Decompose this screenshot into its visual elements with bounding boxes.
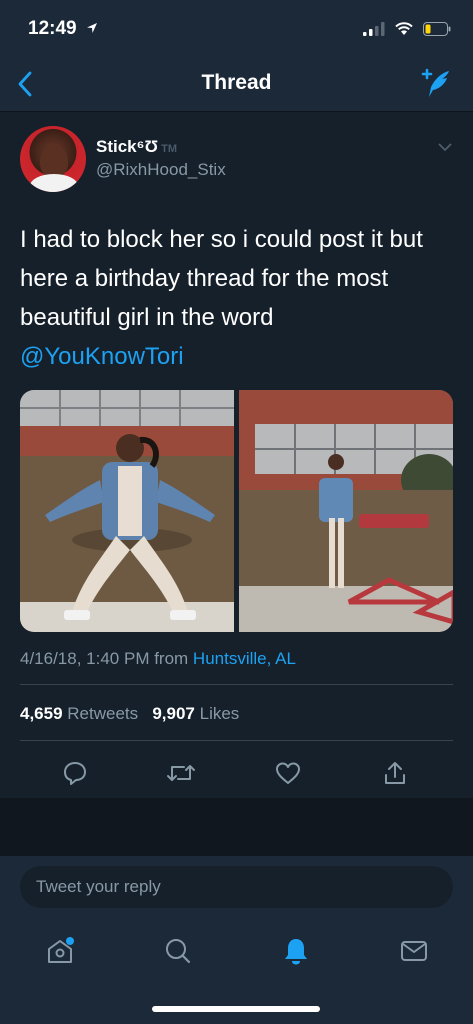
reply-icon <box>64 762 86 785</box>
reply-input[interactable] <box>20 866 453 908</box>
retweet-button[interactable] <box>164 756 198 790</box>
like-button[interactable] <box>271 756 305 790</box>
mention-link[interactable]: @YouKnowTori <box>20 337 460 376</box>
share-button[interactable] <box>378 756 412 790</box>
photo-1-image <box>20 390 234 632</box>
tweet-text-line: I had to block her so i could post it bu… <box>20 226 423 253</box>
tweet-text: I had to block her so i could post it bu… <box>20 220 460 376</box>
photo-2-image <box>238 390 453 632</box>
bottom-bar <box>0 856 473 1024</box>
avatar-shirt <box>30 174 78 192</box>
notifications-icon <box>285 939 307 965</box>
search-icon <box>166 939 191 964</box>
reply-button[interactable] <box>58 756 92 790</box>
tweet-timestamp: 4/16/18, 1:40 PM from Huntsville, AL <box>20 649 296 669</box>
user-handle[interactable]: @RixhHood_Stix <box>96 160 226 180</box>
likes-label[interactable]: Likes <box>200 704 240 723</box>
likes-count[interactable]: 9,907 <box>152 704 195 723</box>
location-arrow-icon <box>86 23 97 33</box>
tweet-stats: 4,659 Retweets 9,907 Likes <box>20 704 239 724</box>
tab-search[interactable] <box>161 934 195 968</box>
thread-spacer <box>0 798 473 856</box>
tab-messages[interactable] <box>397 934 431 968</box>
tweet-options-button[interactable] <box>437 140 453 152</box>
battery-icon <box>423 22 451 36</box>
tweet-photo-1[interactable] <box>20 390 235 632</box>
display-name[interactable]: Stick⁶Ʊ TM <box>96 137 177 157</box>
tab-notifications[interactable] <box>279 934 313 968</box>
tweet-media <box>20 390 453 632</box>
retweets-count[interactable]: 4,659 <box>20 704 63 723</box>
retweets-label[interactable]: Retweets <box>67 704 138 723</box>
signal-icon <box>363 22 385 36</box>
compose-tweet-button[interactable] <box>419 66 455 102</box>
tweet-photo-2[interactable] <box>238 390 453 632</box>
location-link[interactable]: Huntsville, AL <box>193 649 296 668</box>
avatar[interactable] <box>20 126 86 192</box>
like-icon <box>276 762 300 784</box>
divider <box>20 684 453 685</box>
divider <box>20 740 453 741</box>
tweet-text-line: beautiful girl in the word <box>20 304 274 331</box>
tweet-text-line: here a birthday thread for the most <box>20 265 389 292</box>
retweet-icon <box>167 765 195 781</box>
tweet-actions <box>0 748 473 798</box>
status-time: 12:49 <box>28 18 98 40</box>
status-bar: 12:49 <box>0 0 473 56</box>
wifi-icon <box>395 22 413 35</box>
tab-home[interactable] <box>43 934 77 968</box>
compose-tweet-icon <box>421 68 449 97</box>
chevron-down-icon <box>438 143 452 152</box>
home-indicator[interactable] <box>152 1006 320 1012</box>
home-icon <box>48 937 74 963</box>
clock-text: 12:49 <box>28 18 77 39</box>
navigation-bar: Thread <box>0 56 473 112</box>
share-icon <box>385 762 405 784</box>
messages-icon <box>401 941 427 961</box>
page-title: Thread <box>201 71 272 94</box>
timestamp-text: 4/16/18, 1:40 PM from <box>20 649 193 668</box>
display-name-text: Stick⁶Ʊ <box>96 137 159 156</box>
trademark-label: TM <box>161 143 177 155</box>
